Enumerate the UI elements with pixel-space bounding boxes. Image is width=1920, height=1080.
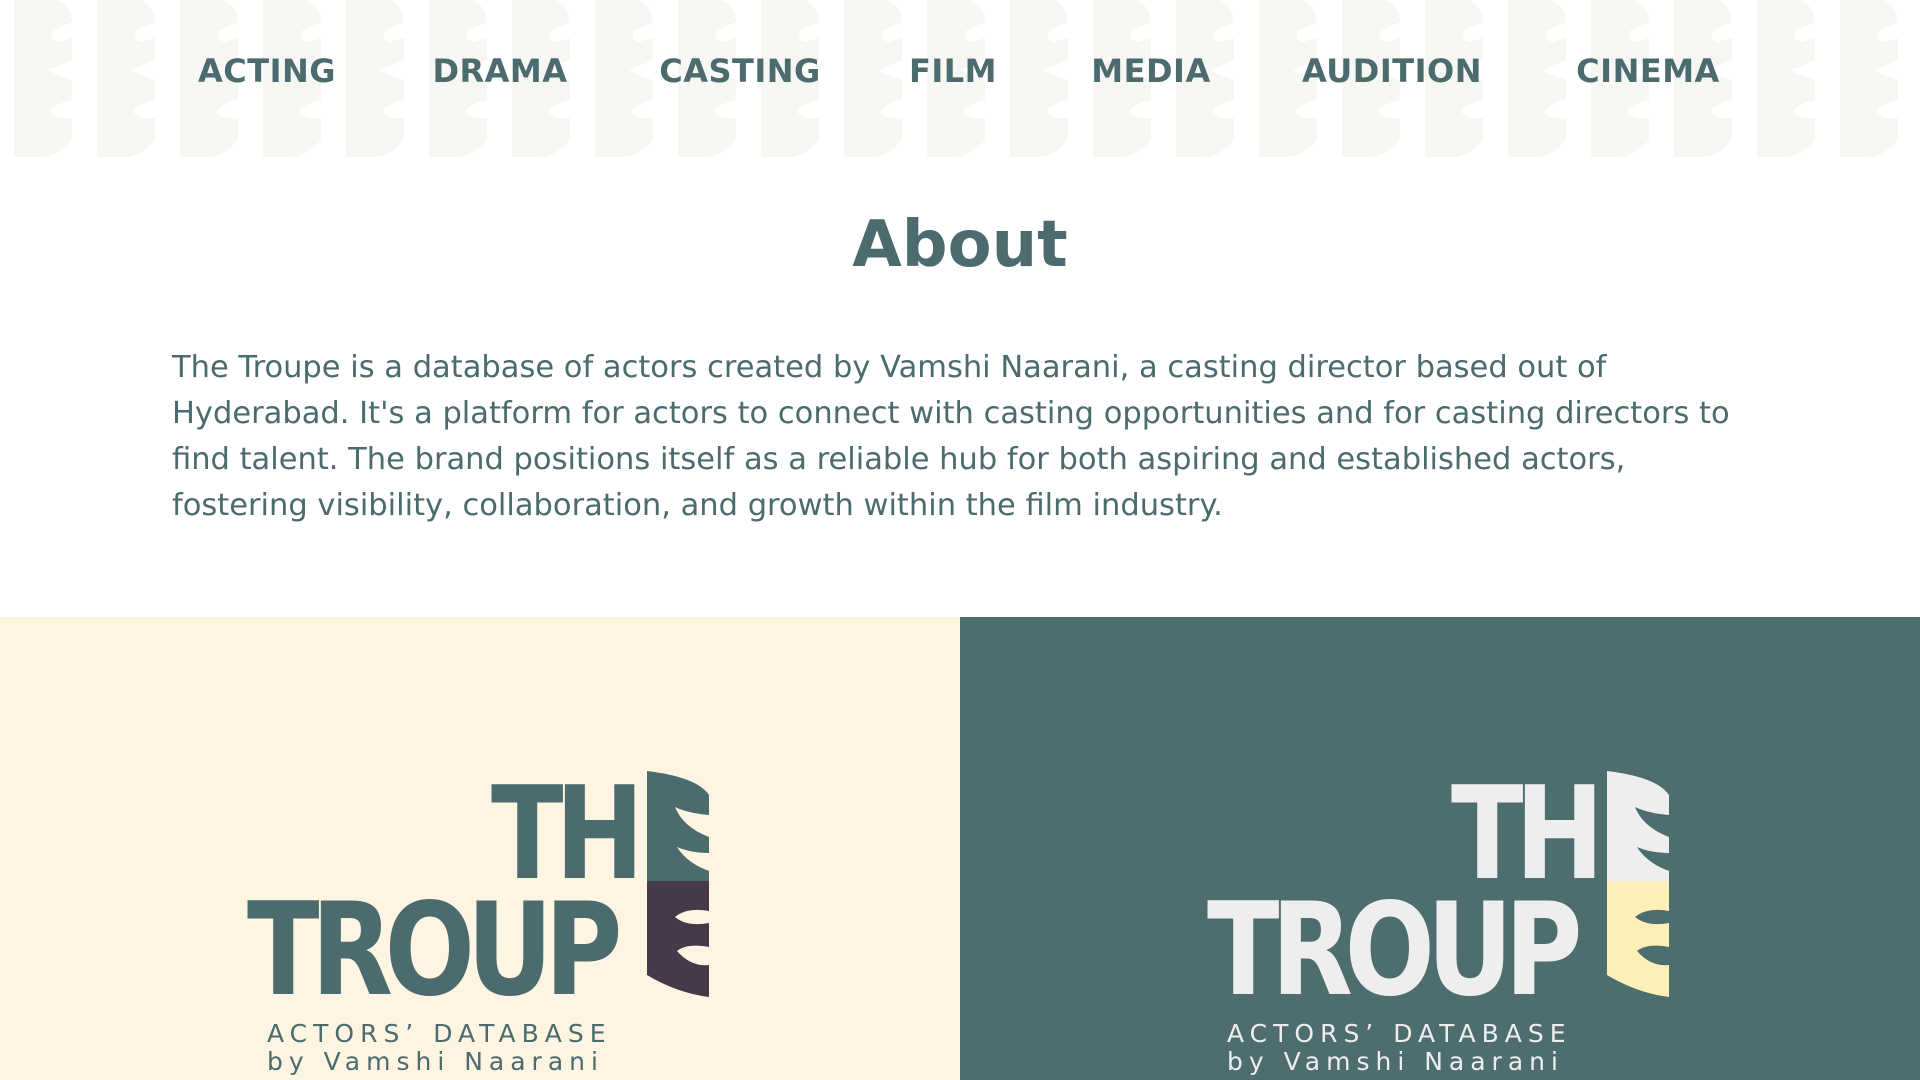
- nav-item-media[interactable]: MEDIA: [1091, 52, 1210, 90]
- logo-word-troup: TROUP: [1207, 876, 1583, 1025]
- about-heading: About: [852, 208, 1068, 282]
- logo-panel-dark: TH TROUP ACTORS’ DATABASE by Vamshi Naar…: [960, 617, 1920, 1080]
- logo-tagline: ACTORS’ DATABASE: [1227, 1019, 1572, 1048]
- troupe-logo-inverse: TH TROUP ACTORS’ DATABASE by Vamshi Naar…: [1207, 771, 1677, 1080]
- logo-byline: by Vamshi Naarani: [267, 1047, 604, 1076]
- about-paragraph: The Troupe is a database of actors creat…: [172, 350, 1730, 523]
- nav-item-acting[interactable]: ACTING: [198, 52, 336, 90]
- troupe-logo: TH TROUP ACTORS’ DATABASE by Vamshi Naar…: [247, 771, 717, 1080]
- nav-item-film[interactable]: FILM: [909, 52, 997, 90]
- logo-byline: by Vamshi Naarani: [1227, 1047, 1564, 1076]
- logo-word-troup: TROUP: [247, 876, 623, 1025]
- nav-item-cinema[interactable]: CINEMA: [1576, 52, 1720, 90]
- logo-panel-light: TH TROUP ACTORS’ DATABASE by Vamshi Naar…: [0, 617, 960, 1080]
- nav-item-casting[interactable]: CASTING: [659, 52, 821, 90]
- nav-item-drama[interactable]: DRAMA: [432, 52, 567, 90]
- theatre-mask-icon: [1607, 771, 1669, 997]
- top-nav-band: ACTING DRAMA CASTING FILM MEDIA AUDITION…: [0, 0, 1920, 157]
- logo-tagline: ACTORS’ DATABASE: [267, 1019, 612, 1048]
- theatre-mask-icon: [647, 771, 709, 997]
- nav-item-audition[interactable]: AUDITION: [1302, 52, 1482, 90]
